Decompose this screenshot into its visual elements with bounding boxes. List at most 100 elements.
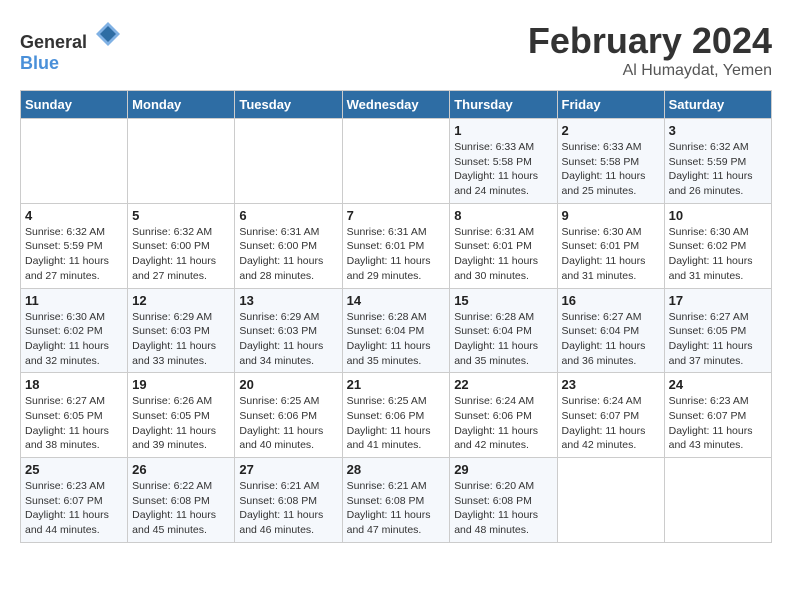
calendar-week-row: 1 Sunrise: 6:33 AM Sunset: 5:58 PM Daylig…	[21, 119, 772, 204]
day-info: Sunrise: 6:24 AM Sunset: 6:06 PM Dayligh…	[454, 394, 552, 453]
calendar-week-row: 18 Sunrise: 6:27 AM Sunset: 6:05 PM Dayli…	[21, 373, 772, 458]
calendar-cell: 11 Sunrise: 6:30 AM Sunset: 6:02 PM Dayli…	[21, 288, 128, 373]
day-number: 18	[25, 377, 123, 392]
day-number: 3	[669, 123, 767, 138]
calendar-cell: 14 Sunrise: 6:28 AM Sunset: 6:04 PM Dayli…	[342, 288, 450, 373]
day-number: 10	[669, 208, 767, 223]
calendar-cell: 24 Sunrise: 6:23 AM Sunset: 6:07 PM Dayli…	[664, 373, 771, 458]
calendar-cell	[128, 119, 235, 204]
day-number: 8	[454, 208, 552, 223]
calendar-cell: 29 Sunrise: 6:20 AM Sunset: 6:08 PM Dayli…	[450, 458, 557, 543]
weekday-header-sunday: Sunday	[21, 91, 128, 119]
weekday-header-thursday: Thursday	[450, 91, 557, 119]
page-header: General Blue February 2024 Al Humaydat, …	[20, 20, 772, 80]
calendar-cell: 13 Sunrise: 6:29 AM Sunset: 6:03 PM Dayli…	[235, 288, 342, 373]
location-title: Al Humaydat, Yemen	[528, 62, 772, 80]
day-number: 26	[132, 462, 230, 477]
logo-general: General	[20, 32, 87, 52]
day-number: 1	[454, 123, 552, 138]
day-info: Sunrise: 6:29 AM Sunset: 6:03 PM Dayligh…	[132, 310, 230, 369]
calendar-cell: 15 Sunrise: 6:28 AM Sunset: 6:04 PM Dayli…	[450, 288, 557, 373]
day-number: 16	[562, 293, 660, 308]
day-info: Sunrise: 6:33 AM Sunset: 5:58 PM Dayligh…	[454, 140, 552, 199]
logo-icon	[94, 20, 122, 48]
day-info: Sunrise: 6:29 AM Sunset: 6:03 PM Dayligh…	[239, 310, 337, 369]
calendar-cell	[342, 119, 450, 204]
day-number: 21	[347, 377, 446, 392]
day-number: 2	[562, 123, 660, 138]
day-info: Sunrise: 6:32 AM Sunset: 5:59 PM Dayligh…	[669, 140, 767, 199]
calendar-cell: 25 Sunrise: 6:23 AM Sunset: 6:07 PM Dayli…	[21, 458, 128, 543]
weekday-header-friday: Friday	[557, 91, 664, 119]
calendar-week-row: 11 Sunrise: 6:30 AM Sunset: 6:02 PM Dayli…	[21, 288, 772, 373]
day-number: 19	[132, 377, 230, 392]
calendar-cell	[664, 458, 771, 543]
calendar-cell: 21 Sunrise: 6:25 AM Sunset: 6:06 PM Dayli…	[342, 373, 450, 458]
day-info: Sunrise: 6:27 AM Sunset: 6:04 PM Dayligh…	[562, 310, 660, 369]
calendar-cell: 3 Sunrise: 6:32 AM Sunset: 5:59 PM Daylig…	[664, 119, 771, 204]
day-info: Sunrise: 6:23 AM Sunset: 6:07 PM Dayligh…	[25, 479, 123, 538]
calendar-cell: 27 Sunrise: 6:21 AM Sunset: 6:08 PM Dayli…	[235, 458, 342, 543]
day-number: 24	[669, 377, 767, 392]
day-info: Sunrise: 6:32 AM Sunset: 5:59 PM Dayligh…	[25, 225, 123, 284]
calendar-week-row: 4 Sunrise: 6:32 AM Sunset: 5:59 PM Daylig…	[21, 203, 772, 288]
calendar-cell: 26Sunrise: 6:22 AM Sunset: 6:08 PM Dayli…	[128, 458, 235, 543]
day-number: 12	[132, 293, 230, 308]
calendar-cell: 2 Sunrise: 6:33 AM Sunset: 5:58 PM Daylig…	[557, 119, 664, 204]
weekday-header-monday: Monday	[128, 91, 235, 119]
logo-text: General Blue	[20, 20, 122, 74]
day-number: 28	[347, 462, 446, 477]
weekday-header-saturday: Saturday	[664, 91, 771, 119]
calendar-cell: 28 Sunrise: 6:21 AM Sunset: 6:08 PM Dayli…	[342, 458, 450, 543]
day-info: Sunrise: 6:25 AM Sunset: 6:06 PM Dayligh…	[239, 394, 337, 453]
day-number: 9	[562, 208, 660, 223]
day-number: 15	[454, 293, 552, 308]
calendar-cell: 23Sunrise: 6:24 AM Sunset: 6:07 PM Dayli…	[557, 373, 664, 458]
weekday-header-row: SundayMondayTuesdayWednesdayThursdayFrid…	[21, 91, 772, 119]
day-info: Sunrise: 6:20 AM Sunset: 6:08 PM Dayligh…	[454, 479, 552, 538]
day-info: Sunrise: 6:31 AM Sunset: 6:01 PM Dayligh…	[454, 225, 552, 284]
calendar-table: SundayMondayTuesdayWednesdayThursdayFrid…	[20, 90, 772, 543]
day-info: Sunrise: 6:30 AM Sunset: 6:02 PM Dayligh…	[669, 225, 767, 284]
day-info: Sunrise: 6:21 AM Sunset: 6:08 PM Dayligh…	[347, 479, 446, 538]
calendar-cell: 17 Sunrise: 6:27 AM Sunset: 6:05 PM Dayli…	[664, 288, 771, 373]
day-info: Sunrise: 6:28 AM Sunset: 6:04 PM Dayligh…	[454, 310, 552, 369]
day-info: Sunrise: 6:27 AM Sunset: 6:05 PM Dayligh…	[669, 310, 767, 369]
day-info: Sunrise: 6:24 AM Sunset: 6:07 PM Dayligh…	[562, 394, 660, 453]
title-area: February 2024 Al Humaydat, Yemen	[528, 20, 772, 80]
day-number: 27	[239, 462, 337, 477]
calendar-cell: 18 Sunrise: 6:27 AM Sunset: 6:05 PM Dayli…	[21, 373, 128, 458]
day-number: 14	[347, 293, 446, 308]
logo-blue: Blue	[20, 53, 59, 73]
calendar-cell: 20 Sunrise: 6:25 AM Sunset: 6:06 PM Dayli…	[235, 373, 342, 458]
calendar-cell: 1 Sunrise: 6:33 AM Sunset: 5:58 PM Daylig…	[450, 119, 557, 204]
day-info: Sunrise: 6:32 AM Sunset: 6:00 PM Dayligh…	[132, 225, 230, 284]
day-info: Sunrise: 6:25 AM Sunset: 6:06 PM Dayligh…	[347, 394, 446, 453]
calendar-cell: 19Sunrise: 6:26 AM Sunset: 6:05 PM Dayli…	[128, 373, 235, 458]
calendar-cell: 5 Sunrise: 6:32 AM Sunset: 6:00 PM Daylig…	[128, 203, 235, 288]
calendar-cell: 12 Sunrise: 6:29 AM Sunset: 6:03 PM Dayli…	[128, 288, 235, 373]
day-info: Sunrise: 6:30 AM Sunset: 6:02 PM Dayligh…	[25, 310, 123, 369]
day-info: Sunrise: 6:28 AM Sunset: 6:04 PM Dayligh…	[347, 310, 446, 369]
day-info: Sunrise: 6:33 AM Sunset: 5:58 PM Dayligh…	[562, 140, 660, 199]
calendar-cell: 22Sunrise: 6:24 AM Sunset: 6:06 PM Dayli…	[450, 373, 557, 458]
day-info: Sunrise: 6:30 AM Sunset: 6:01 PM Dayligh…	[562, 225, 660, 284]
day-number: 4	[25, 208, 123, 223]
day-number: 7	[347, 208, 446, 223]
day-number: 5	[132, 208, 230, 223]
day-number: 20	[239, 377, 337, 392]
day-info: Sunrise: 6:23 AM Sunset: 6:07 PM Dayligh…	[669, 394, 767, 453]
weekday-header-wednesday: Wednesday	[342, 91, 450, 119]
day-number: 13	[239, 293, 337, 308]
day-number: 29	[454, 462, 552, 477]
weekday-header-tuesday: Tuesday	[235, 91, 342, 119]
day-info: Sunrise: 6:27 AM Sunset: 6:05 PM Dayligh…	[25, 394, 123, 453]
day-info: Sunrise: 6:21 AM Sunset: 6:08 PM Dayligh…	[239, 479, 337, 538]
day-number: 17	[669, 293, 767, 308]
logo: General Blue	[20, 20, 122, 74]
day-number: 25	[25, 462, 123, 477]
day-number: 11	[25, 293, 123, 308]
month-title: February 2024	[528, 20, 772, 62]
calendar-cell: 16 Sunrise: 6:27 AM Sunset: 6:04 PM Dayli…	[557, 288, 664, 373]
calendar-cell: 8 Sunrise: 6:31 AM Sunset: 6:01 PM Daylig…	[450, 203, 557, 288]
